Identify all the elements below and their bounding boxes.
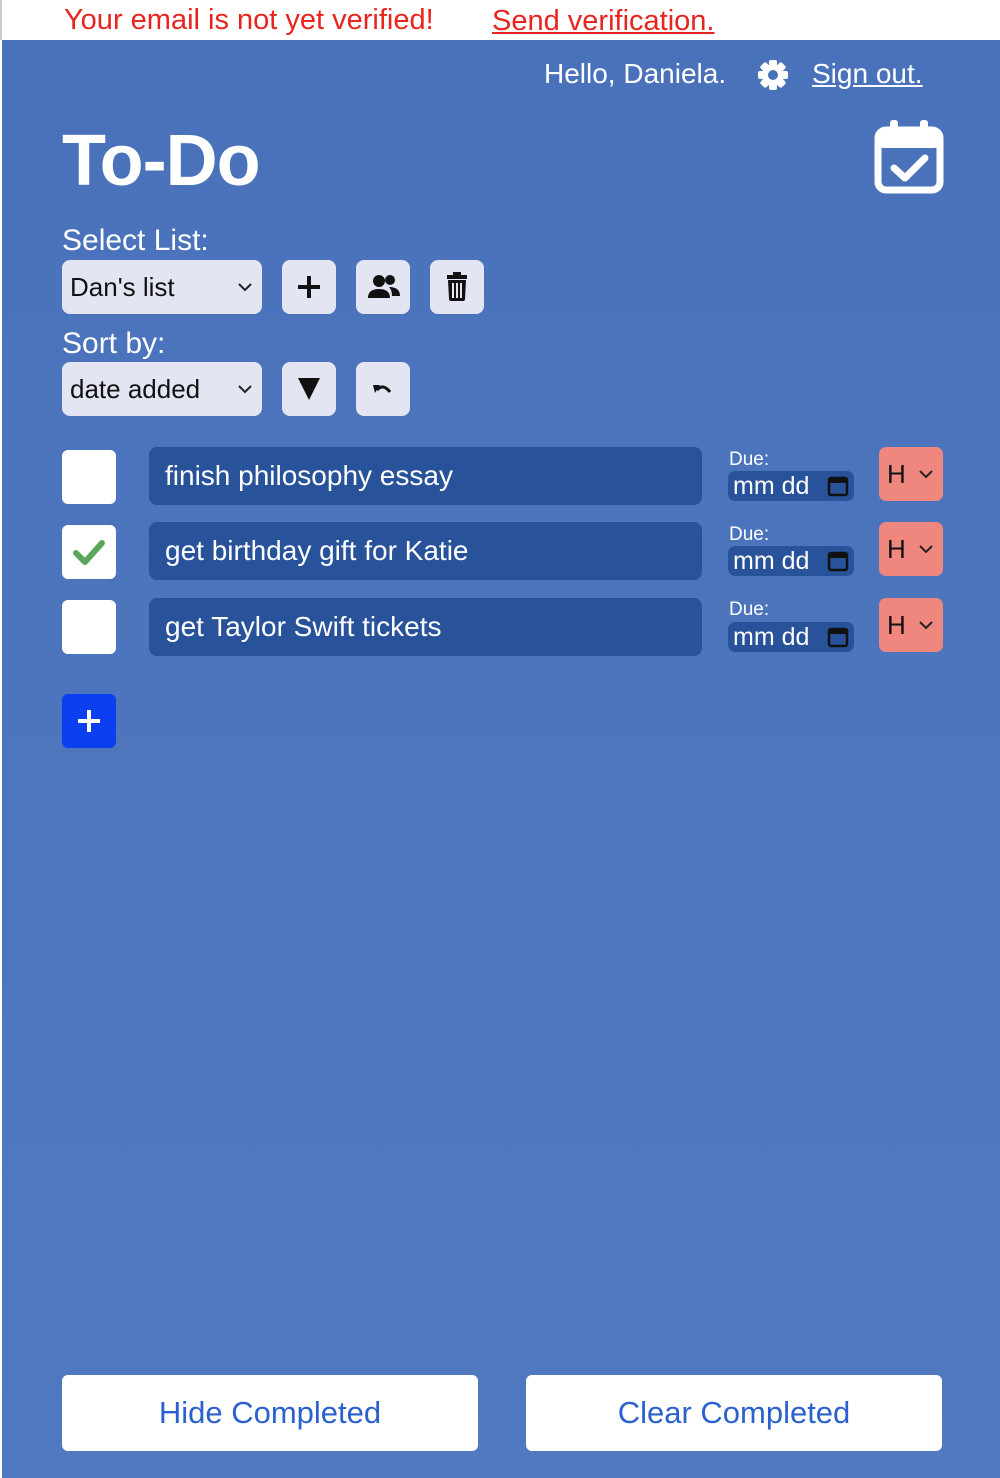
triangle-down-icon: [298, 378, 320, 400]
checkmark-icon: [73, 540, 105, 565]
due-label: Due:: [729, 524, 770, 545]
page-title: To-Do: [62, 121, 261, 201]
undo-icon: [373, 385, 392, 393]
task-text[interactable]: get Taylor Swift tickets: [149, 598, 702, 656]
verification-banner: Your email is not yet verified! Send ver…: [0, 0, 1000, 40]
send-verification-link[interactable]: Send verification.: [492, 5, 714, 38]
priority-select[interactable]: H: [879, 522, 943, 576]
task-checkbox[interactable]: [62, 600, 116, 654]
plus-icon: [78, 710, 100, 732]
sort-by-label: Sort by:: [62, 327, 166, 360]
users-icon: [368, 275, 400, 298]
task-text[interactable]: get birthday gift for Katie: [149, 522, 702, 580]
priority-value: H: [887, 534, 906, 564]
chevron-down-icon: [238, 385, 252, 394]
list-select-value: Dan's list: [70, 272, 175, 302]
gear-icon[interactable]: [756, 58, 790, 92]
share-list-button[interactable]: [356, 260, 410, 314]
due-date-input[interactable]: mm dd: [728, 622, 854, 652]
calendar-icon: [827, 476, 849, 497]
priority-value: H: [887, 610, 906, 640]
priority-value: H: [887, 459, 906, 489]
chevron-down-icon: [919, 545, 933, 554]
sign-out-link[interactable]: Sign out.: [812, 58, 923, 90]
due-label: Due:: [729, 449, 770, 470]
verification-warning: Your email is not yet verified!: [64, 4, 434, 36]
list-select[interactable]: Dan's list: [62, 260, 262, 314]
due-label: Due:: [729, 599, 770, 620]
sort-select[interactable]: date added: [62, 362, 262, 416]
sort-select-value: date added: [70, 374, 201, 404]
due-date-input[interactable]: mm dd: [728, 546, 854, 576]
clear-completed-button[interactable]: Clear Completed: [526, 1375, 942, 1451]
due-date-placeholder: mm dd: [733, 547, 810, 575]
chevron-down-icon: [238, 283, 252, 292]
hide-completed-button[interactable]: Hide Completed: [62, 1375, 478, 1451]
calendar-icon: [827, 627, 849, 648]
add-task-button[interactable]: [62, 694, 116, 748]
calendar-check-icon[interactable]: [874, 118, 944, 194]
task-checkbox[interactable]: [62, 525, 116, 579]
due-date-input[interactable]: mm dd: [728, 471, 854, 501]
sort-direction-button[interactable]: [282, 362, 336, 416]
calendar-icon: [827, 551, 849, 572]
priority-select[interactable]: H: [879, 447, 943, 501]
trash-icon: [447, 272, 467, 301]
chevron-down-icon: [919, 470, 933, 479]
undo-sort-button[interactable]: [356, 362, 410, 416]
select-list-label: Select List:: [62, 224, 209, 257]
task-text[interactable]: finish philosophy essay: [149, 447, 702, 505]
task-checkbox[interactable]: [62, 450, 116, 504]
delete-list-button[interactable]: [430, 260, 484, 314]
due-date-placeholder: mm dd: [733, 623, 810, 651]
add-list-button[interactable]: [282, 260, 336, 314]
chevron-down-icon: [919, 621, 933, 630]
greeting-text: Hello, Daniela.: [544, 58, 727, 89]
todo-app: Hello, Daniela. Sign out. To-Do Select L…: [2, 40, 1000, 1478]
due-date-placeholder: mm dd: [733, 472, 810, 500]
priority-select[interactable]: H: [879, 598, 943, 652]
plus-icon: [298, 276, 320, 298]
